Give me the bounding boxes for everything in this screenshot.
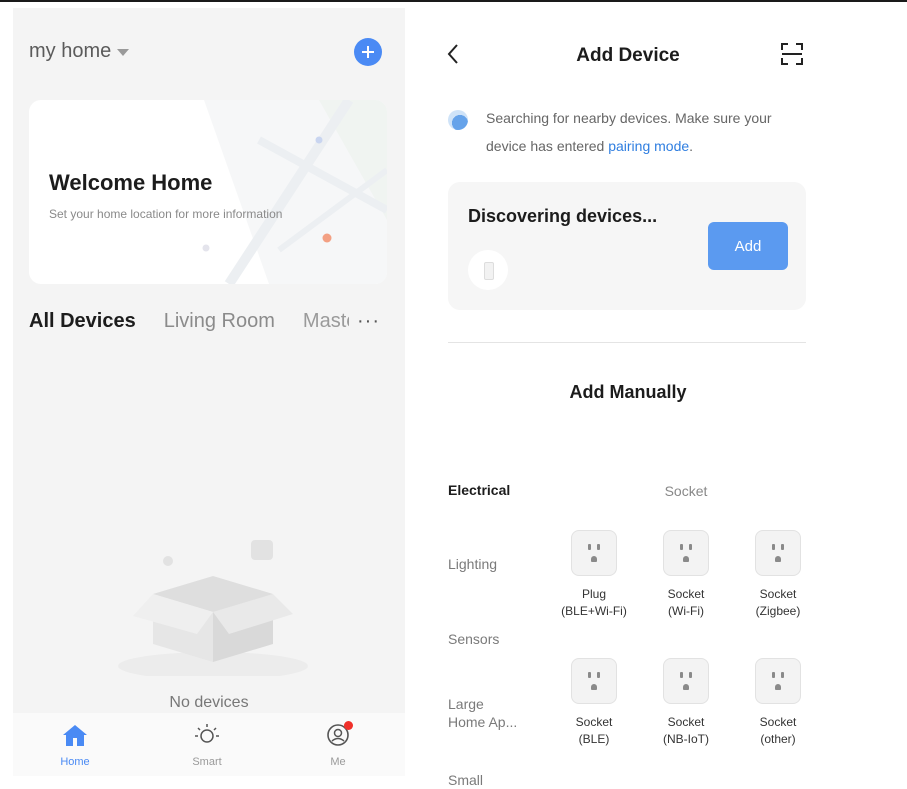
nav-home[interactable]: Home bbox=[45, 723, 105, 768]
tab-all-devices[interactable]: All Devices bbox=[29, 310, 136, 333]
nav-smart[interactable]: Smart bbox=[177, 723, 237, 768]
device-placeholder-icon bbox=[484, 262, 494, 280]
discovered-device-chip bbox=[468, 250, 508, 290]
welcome-title: Welcome Home bbox=[49, 170, 213, 195]
category-small-appliances[interactable]: Small bbox=[448, 771, 483, 789]
socket-icon bbox=[755, 658, 801, 704]
nav-smart-label: Smart bbox=[192, 756, 222, 768]
welcome-subtitle: Set your home location for more informat… bbox=[49, 207, 283, 221]
nav-me[interactable]: Me bbox=[308, 721, 368, 768]
device-label: Socket (BLE) bbox=[575, 715, 613, 746]
category-lighting[interactable]: Lighting bbox=[448, 555, 497, 573]
home-screen: my home Welcome Home Set your home locat… bbox=[13, 8, 405, 776]
device-socket-nb-iot[interactable]: Socket (NB-IoT) bbox=[646, 658, 726, 748]
category-electrical[interactable]: Electrical bbox=[448, 481, 510, 499]
window-top-border bbox=[0, 0, 907, 2]
category-sensors[interactable]: Sensors bbox=[448, 630, 499, 648]
scan-button[interactable] bbox=[780, 42, 804, 71]
socket-icon bbox=[571, 658, 617, 704]
socket-icon bbox=[755, 530, 801, 576]
home-icon bbox=[63, 725, 87, 746]
discovering-card: Discovering devices... Add bbox=[448, 182, 806, 310]
search-status-text: Searching for nearby devices. Make sure … bbox=[486, 104, 806, 160]
tab-living-room[interactable]: Living Room bbox=[164, 310, 275, 333]
add-device-screen: Add Device Searching for nearby devices.… bbox=[432, 8, 907, 788]
pairing-mode-link[interactable]: pairing mode bbox=[608, 138, 689, 154]
device-socket-wifi[interactable]: Socket (Wi-Fi) bbox=[646, 530, 726, 620]
socket-icon bbox=[663, 658, 709, 704]
search-message-end: . bbox=[689, 138, 694, 154]
nav-me-label: Me bbox=[330, 756, 346, 768]
device-label: Socket (Wi-Fi) bbox=[667, 587, 705, 618]
device-label: Socket (NB-IoT) bbox=[663, 715, 709, 746]
socket-icon bbox=[663, 530, 709, 576]
empty-box-illustration bbox=[118, 540, 308, 676]
add-discovered-button[interactable]: Add bbox=[708, 222, 788, 270]
device-plug-ble-wifi[interactable]: Plug (BLE+Wi-Fi) bbox=[554, 530, 634, 620]
device-label: Socket (Zigbee) bbox=[755, 587, 801, 618]
device-socket-zigbee[interactable]: Socket (Zigbee) bbox=[738, 530, 818, 620]
page-title: Add Device bbox=[576, 45, 680, 66]
caret-down-icon bbox=[117, 49, 130, 56]
searching-spinner-icon bbox=[448, 110, 468, 130]
device-label: Plug (BLE+Wi-Fi) bbox=[561, 587, 627, 618]
home-name: my home bbox=[29, 40, 112, 62]
scan-icon bbox=[781, 43, 803, 65]
home-selector[interactable]: my home bbox=[29, 40, 130, 63]
tab-master-bedroom[interactable]: Master Bedroom bbox=[303, 310, 349, 333]
add-device-button[interactable] bbox=[354, 38, 382, 66]
category-large-home-appliances[interactable]: Large Home Ap... bbox=[448, 695, 528, 731]
discovering-title: Discovering devices... bbox=[468, 206, 658, 226]
bottom-navigation: Home Smart Me bbox=[13, 713, 405, 776]
nav-home-label: Home bbox=[60, 756, 90, 768]
room-tabs: All Devices Living Room Master Bedroom bbox=[29, 310, 349, 333]
section-divider bbox=[448, 342, 806, 343]
sun-icon bbox=[195, 724, 219, 743]
socket-icon bbox=[571, 530, 617, 576]
welcome-card[interactable]: Welcome Home Set your home location for … bbox=[29, 100, 387, 284]
device-socket-ble[interactable]: Socket (BLE) bbox=[554, 658, 634, 748]
notification-badge bbox=[344, 721, 353, 730]
section-heading-socket: Socket bbox=[664, 483, 708, 499]
device-socket-other[interactable]: Socket (other) bbox=[738, 658, 818, 748]
device-label: Socket (other) bbox=[759, 715, 797, 746]
add-manually-title: Add Manually bbox=[569, 382, 687, 402]
more-tabs-button[interactable]: ··· bbox=[357, 310, 380, 333]
empty-state-text: No devices bbox=[169, 694, 249, 711]
